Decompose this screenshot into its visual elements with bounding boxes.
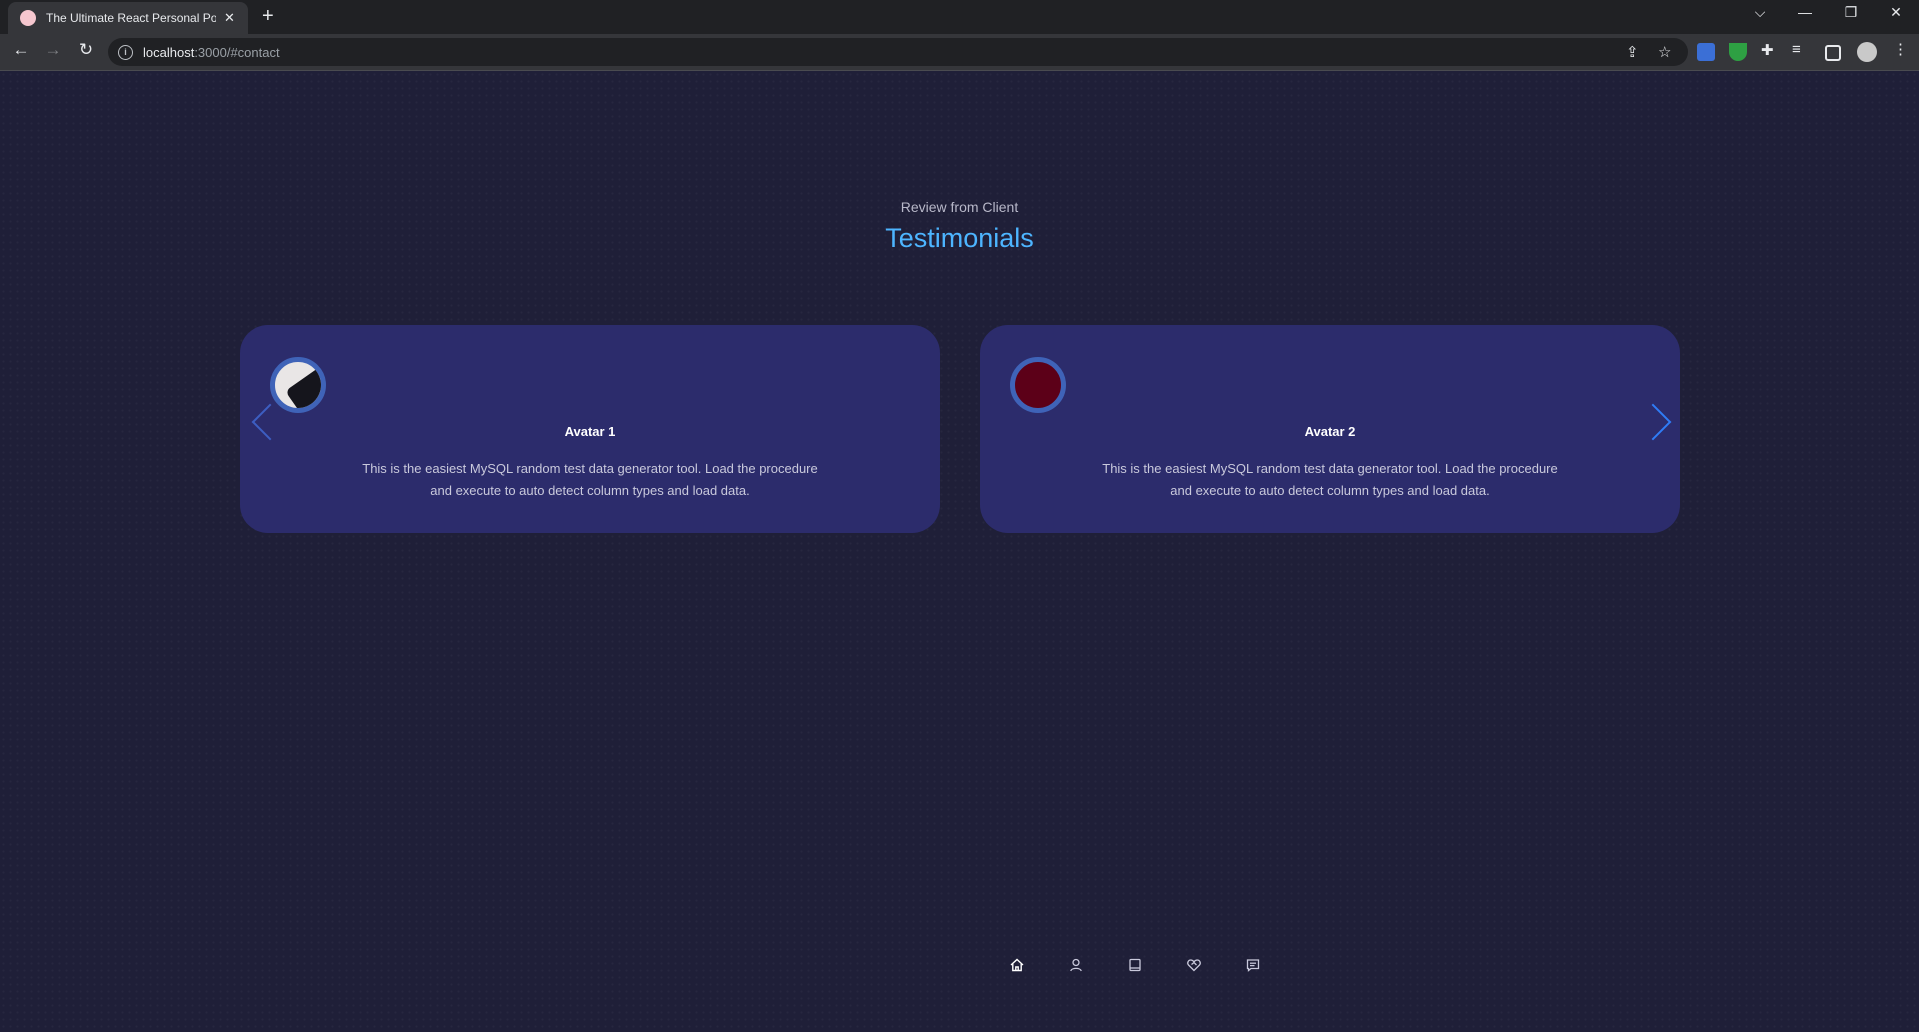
url-path: :3000/#contact (194, 44, 280, 60)
book-icon[interactable] (1105, 952, 1164, 978)
avatar (270, 357, 326, 413)
site-info-icon[interactable]: i (118, 44, 133, 60)
user-icon[interactable] (1046, 952, 1105, 978)
testimonial-card: Avatar 2 This is the easiest MySQL rando… (980, 325, 1680, 533)
home-icon[interactable] (987, 952, 1046, 978)
back-button[interactable]: ← (9, 40, 33, 60)
tab-title: The Ultimate React Personal Portf (46, 11, 216, 25)
testimonial-text: This is the easiest MySQL random test da… (1102, 461, 1558, 498)
translate-extension-icon[interactable] (1697, 43, 1715, 61)
restore-button[interactable]: ❐ (1831, 4, 1871, 21)
heart-handshake-icon[interactable] (1164, 952, 1223, 978)
share-icon[interactable]: ⇪ (1626, 43, 1639, 61)
extensions-puzzle-icon[interactable]: ✚ (1761, 41, 1774, 59)
reload-button[interactable]: ↻ (74, 40, 98, 60)
minimize-button[interactable]: — (1785, 4, 1825, 20)
menu-kebab-icon[interactable]: ⋮ (1893, 40, 1908, 58)
side-panel-icon[interactable] (1825, 45, 1841, 61)
testimonial-text: This is the easiest MySQL random test da… (362, 461, 818, 498)
testimonial-name: Avatar 2 (1304, 424, 1356, 439)
section-subtitle: Review from Client (900, 199, 1019, 215)
tab-close-icon[interactable]: ✕ (224, 10, 235, 26)
browser-toolbar: ← → ↻ i localhost:3000/#contact ⇪ ☆ ✚ ≡ … (0, 34, 1919, 71)
avatar-photo-shape (285, 368, 321, 408)
bookmark-star-icon[interactable]: ☆ (1658, 43, 1671, 61)
url-host: localhost (143, 44, 195, 60)
favicon-icon (20, 10, 36, 26)
media-queue-icon[interactable]: ≡ (1792, 41, 1801, 58)
tab-search-icon[interactable]: ⌵ (1740, 4, 1780, 21)
shield-extension-icon[interactable] (1729, 43, 1747, 61)
page-viewport: Review from Client Testimonials Avatar 1… (0, 71, 1919, 1032)
address-bar[interactable]: i localhost:3000/#contact ⇪ ☆ (108, 38, 1688, 66)
avatar (1010, 357, 1066, 413)
browser-tab-bar: The Ultimate React Personal Portf ✕ + ⌵ … (0, 0, 1919, 34)
message-icon[interactable] (1223, 952, 1282, 978)
close-window-button[interactable]: ✕ (1876, 4, 1916, 21)
testimonial-card: Avatar 1 This is the easiest MySQL rando… (240, 325, 940, 533)
forward-button[interactable]: → (41, 40, 65, 60)
testimonial-name: Avatar 1 (564, 424, 616, 439)
bottom-nav (987, 952, 1282, 978)
new-tab-button[interactable]: + (262, 5, 274, 28)
browser-tab[interactable]: The Ultimate React Personal Portf ✕ (8, 2, 248, 34)
section-title: Testimonials (885, 223, 1034, 253)
profile-avatar[interactable] (1857, 42, 1877, 62)
